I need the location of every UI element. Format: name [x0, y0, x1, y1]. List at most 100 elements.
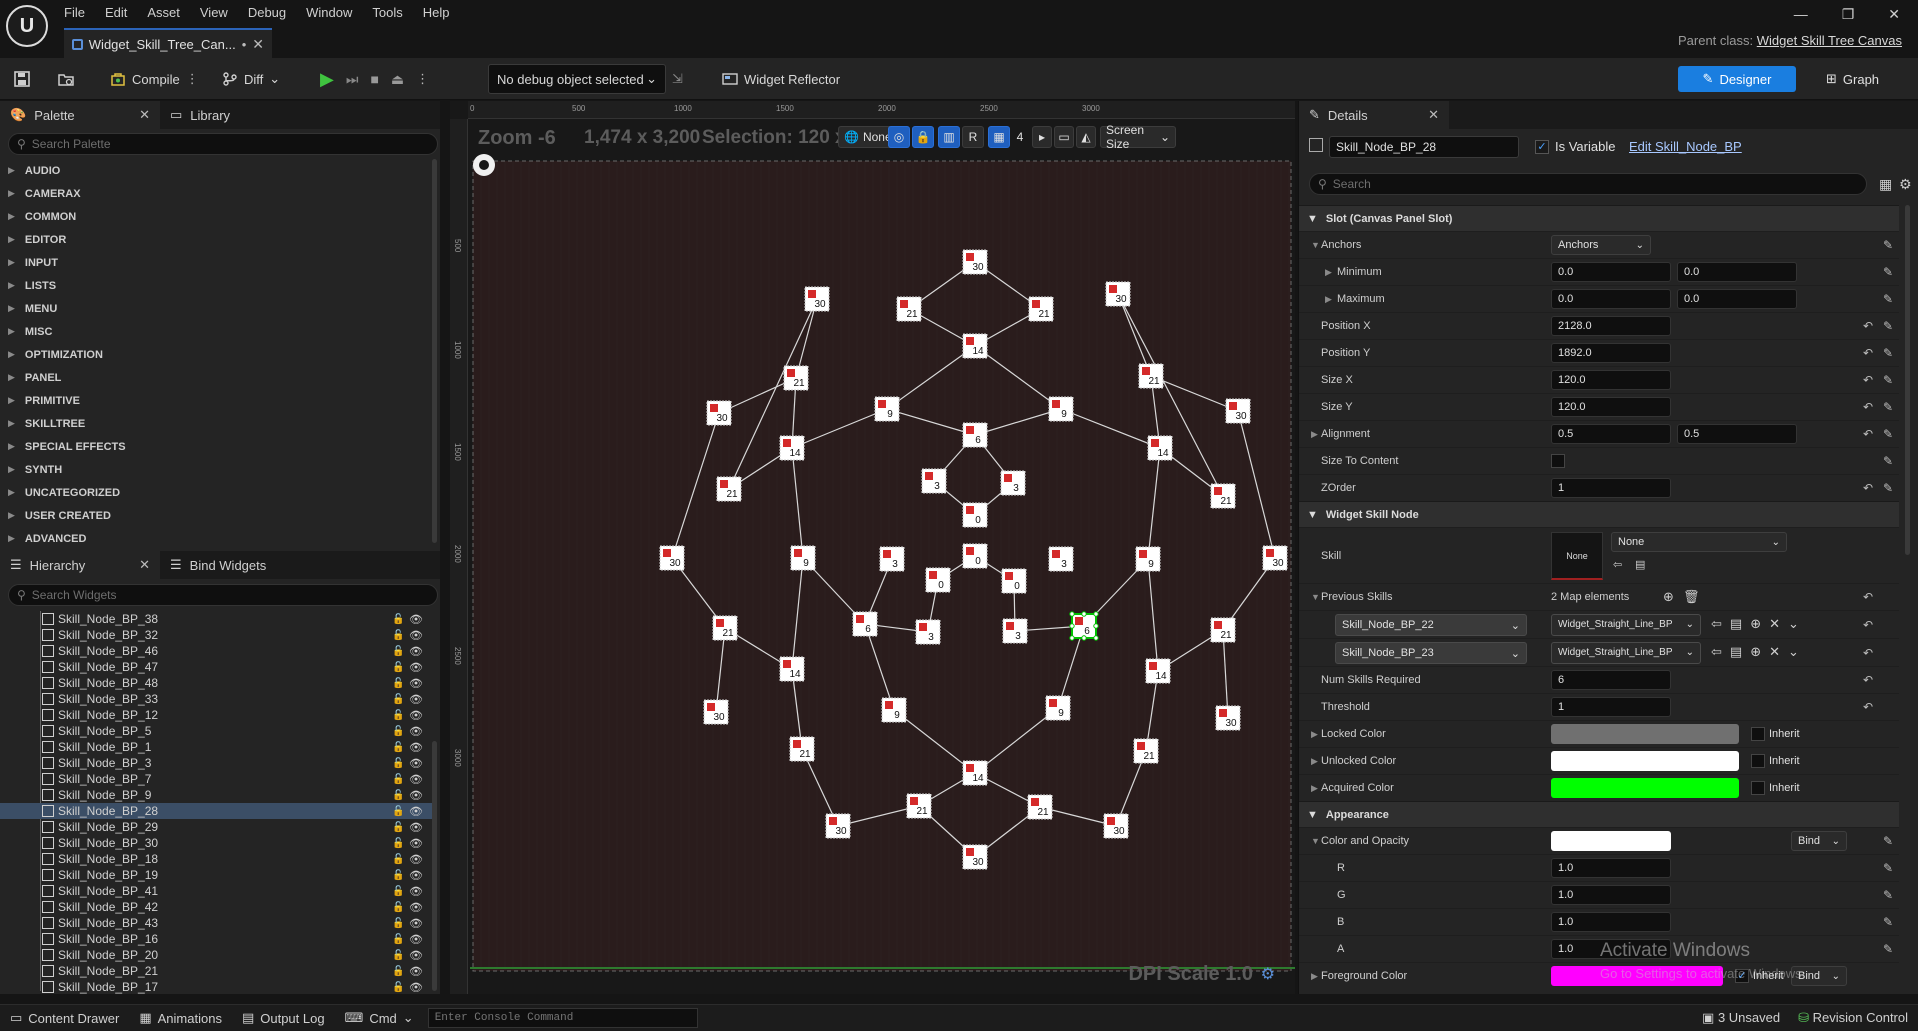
num-skills-field[interactable]: 6 [1551, 670, 1671, 690]
document-tab[interactable]: Widget_Skill_Tree_Can... • ✕ [64, 28, 272, 58]
lock-icon[interactable]: 🔓 [392, 694, 404, 705]
b-field[interactable]: 1.0 [1551, 912, 1671, 932]
gear-icon[interactable]: ⚙ [1261, 964, 1275, 984]
skill-node[interactable]: 21 [716, 476, 742, 502]
skill-thumbnail[interactable]: None [1551, 532, 1603, 580]
selection-handle[interactable] [1069, 611, 1075, 617]
add-icon[interactable]: ⊕ [1750, 616, 1761, 632]
palette-search-input[interactable] [31, 137, 429, 151]
eye-icon[interactable]: 👁 [409, 901, 423, 914]
color-opacity-swatch[interactable] [1551, 831, 1671, 851]
content-drawer-button[interactable]: ▭ Content Drawer [0, 1010, 129, 1026]
lock-icon[interactable]: 🔓 [392, 886, 404, 897]
skill-node[interactable]: 0 [962, 502, 988, 528]
step-icon[interactable]: ⏭ [346, 71, 359, 88]
hierarchy-item[interactable]: Skill_Node_BP_43 🔓 👁 [0, 915, 432, 931]
use-selected-icon[interactable]: ⇦ [1711, 644, 1722, 660]
skill-node[interactable]: 30 [1103, 813, 1129, 839]
selection-handle[interactable] [1081, 611, 1087, 617]
pencil-icon[interactable]: ✎ [1883, 292, 1893, 306]
collapse-arrow-icon[interactable]: ▼ [1311, 240, 1320, 250]
remove-icon[interactable]: ✕ [1769, 644, 1780, 660]
skill-node[interactable]: 30 [1262, 545, 1288, 571]
unreal-logo-icon[interactable]: U [6, 5, 48, 47]
alignment-y-field[interactable]: 0.5 [1677, 424, 1797, 444]
lock-icon[interactable]: 🔓 [392, 710, 404, 721]
inherit-checkbox[interactable] [1751, 781, 1765, 795]
lock-icon[interactable]: 🔓 [392, 902, 404, 913]
pencil-icon[interactable]: ✎ [1883, 454, 1893, 468]
add-icon[interactable]: ⊕ [1750, 644, 1761, 660]
console-command-input[interactable] [427, 1008, 698, 1028]
reset-icon[interactable]: ↶ [1863, 427, 1873, 441]
close-tab-icon[interactable]: ✕ [252, 36, 264, 53]
menu-asset[interactable]: Asset [137, 3, 190, 23]
eye-icon[interactable]: 👁 [409, 965, 423, 978]
eye-icon[interactable]: 👁 [409, 837, 423, 850]
trash-icon[interactable]: 🗑 [1683, 589, 1700, 605]
skill-node[interactable]: 9 [874, 396, 900, 422]
palette-category[interactable]: ▶ LISTS [0, 274, 430, 297]
chevron-down-icon[interactable]: ⌄ [1788, 644, 1799, 660]
hierarchy-item[interactable]: Skill_Node_BP_3 🔓 👁 [0, 755, 432, 771]
lock-icon[interactable]: 🔓 [392, 774, 404, 785]
eye-icon[interactable]: 👁 [409, 805, 423, 818]
hierarchy-item[interactable]: Skill_Node_BP_41 🔓 👁 [0, 883, 432, 899]
screen-size-dropdown[interactable]: Screen Size ⌄ [1100, 123, 1176, 151]
snap-toggle[interactable]: ◎ [888, 126, 910, 148]
eye-icon[interactable]: 👁 [409, 917, 423, 930]
size-x-field[interactable]: 120.0 [1551, 370, 1671, 390]
menu-window[interactable]: Window [296, 3, 362, 23]
skill-node[interactable]: 9 [881, 697, 907, 723]
hierarchy-item[interactable]: Skill_Node_BP_28 🔓 👁 [0, 803, 432, 819]
layout-toggle[interactable]: ▥ [938, 126, 960, 148]
skill-node[interactable]: 6 [1069, 611, 1099, 641]
eye-icon[interactable]: 👁 [409, 853, 423, 866]
palette-category[interactable]: ▶ PRIMITIVE [0, 389, 430, 412]
details-search-input[interactable] [1332, 177, 1858, 191]
pencil-icon[interactable]: ✎ [1883, 942, 1893, 956]
lock-icon[interactable]: 🔓 [392, 790, 404, 801]
skill-node[interactable]: 9 [790, 545, 816, 571]
hierarchy-item[interactable]: Skill_Node_BP_9 🔓 👁 [0, 787, 432, 803]
revision-control-button[interactable]: ⛁ Revision Control [1798, 1010, 1908, 1026]
skill-node[interactable]: 30 [1215, 705, 1241, 731]
skill-node[interactable]: 21 [1028, 296, 1054, 322]
lock-icon[interactable]: 🔓 [392, 982, 404, 993]
canvas-surface[interactable]: 3021 211430 3021 2130 9 963014 1421213 3030 9 3 0 3… [450, 101, 1295, 994]
browse-icon[interactable]: ▤ [1730, 616, 1742, 632]
eye-icon[interactable]: 👁 [409, 869, 423, 882]
skill-node[interactable]: 14 [962, 760, 988, 786]
collapse-arrow-icon[interactable]: ▼ [1311, 592, 1320, 602]
eject-icon[interactable]: ⏏ [391, 71, 404, 88]
hierarchy-item[interactable]: Skill_Node_BP_19 🔓 👁 [0, 867, 432, 883]
eye-icon[interactable]: 👁 [409, 677, 423, 690]
skill-node[interactable]: 9 [1135, 546, 1161, 572]
widget-reflector-button[interactable]: Widget Reflector [722, 66, 840, 92]
size-to-content-checkbox[interactable] [1551, 454, 1565, 468]
section-slot[interactable]: ▼ Slot (Canvas Panel Slot) [1299, 205, 1899, 231]
hierarchy-item[interactable]: Skill_Node_BP_38 🔓 👁 [0, 611, 432, 627]
designer-mode-button[interactable]: ✎ Designer [1678, 66, 1796, 92]
lock-toggle[interactable]: 🔒 [912, 126, 934, 148]
menu-file[interactable]: File [64, 3, 95, 23]
reset-icon[interactable]: ↶ [1863, 700, 1873, 714]
hierarchy-item[interactable]: Skill_Node_BP_32 🔓 👁 [0, 627, 432, 643]
save-button[interactable] [14, 66, 30, 92]
output-log-button[interactable]: ▤ Output Log [232, 1010, 335, 1026]
pencil-icon[interactable]: ✎ [1883, 373, 1893, 387]
skill-node[interactable]: 3 [1048, 546, 1074, 572]
gear-icon[interactable]: ⚙ [1899, 176, 1912, 193]
locked-color-swatch[interactable] [1551, 724, 1739, 744]
respect-locks-toggle[interactable]: R [962, 126, 984, 148]
skill-node[interactable]: 30 [962, 249, 988, 275]
r-field[interactable]: 1.0 [1551, 858, 1671, 878]
pencil-icon[interactable]: ✎ [1883, 427, 1893, 441]
skill-node[interactable]: 3 [1000, 470, 1026, 496]
skill-node[interactable]: 21 [1210, 617, 1236, 643]
expand-arrow-icon[interactable]: ▶ [1311, 971, 1318, 982]
use-selected-icon[interactable]: ⇦ [1613, 558, 1622, 571]
pencil-icon[interactable]: ✎ [1883, 319, 1893, 333]
eye-icon[interactable]: 👁 [409, 949, 423, 962]
palette-scrollbar[interactable] [432, 159, 437, 543]
